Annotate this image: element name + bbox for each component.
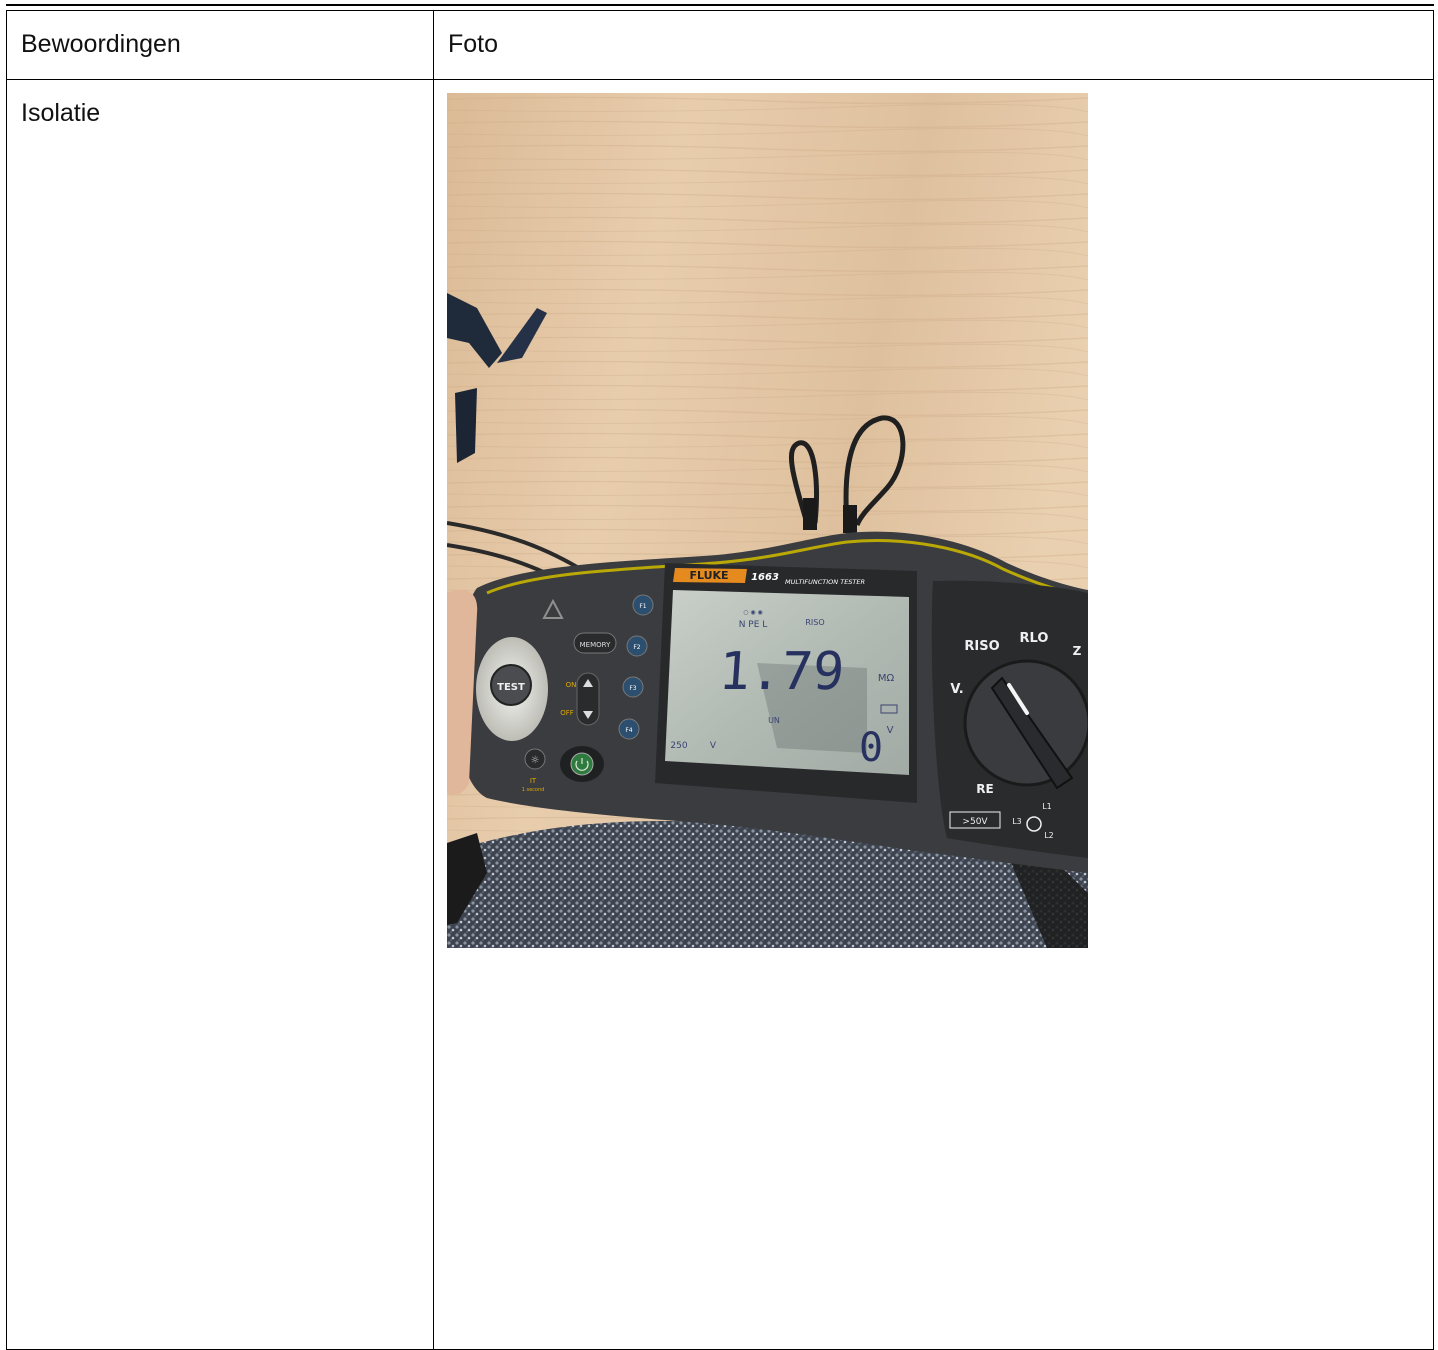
f2-label: F2 bbox=[633, 644, 640, 651]
test-button-label: TEST bbox=[497, 682, 525, 693]
table-row: Isolatie TEST MEMORY ON OFF F1 F2 F3 F4 … bbox=[6, 79, 1434, 1350]
sub-reading: 0 bbox=[859, 725, 883, 771]
dial-rlo: RLO bbox=[1020, 631, 1049, 646]
svg-text:☼: ☼ bbox=[531, 755, 540, 766]
main-reading: 1.79 bbox=[717, 642, 846, 702]
dial-l2: L2 bbox=[1044, 831, 1054, 840]
header-label-bewoordingen: Bewoordingen bbox=[21, 30, 181, 58]
dial-riso: RISO bbox=[964, 639, 999, 654]
header-label-foto: Foto bbox=[448, 30, 499, 58]
row-photo-cell: TEST MEMORY ON OFF F1 F2 F3 F4 ☼ IT 1 se… bbox=[433, 79, 1434, 1350]
f1-label: F1 bbox=[639, 603, 646, 610]
un-label: UN bbox=[768, 716, 780, 725]
header-cell-foto: Foto bbox=[433, 10, 1434, 80]
main-reading-unit: MΩ bbox=[878, 673, 895, 684]
dial-l3: L3 bbox=[1012, 817, 1022, 826]
dial-re: RE bbox=[976, 782, 993, 796]
sub-reading-unit: V bbox=[887, 725, 894, 736]
row-label-cell: Isolatie bbox=[6, 79, 434, 1350]
test-voltage-unit: V bbox=[710, 741, 717, 751]
on-label: ON bbox=[566, 681, 577, 689]
riso-label: RISO bbox=[805, 618, 824, 627]
dial-v: V. bbox=[950, 682, 963, 697]
model-caption: MULTIFUNCTION TESTER bbox=[785, 578, 865, 586]
memory-button-label: MEMORY bbox=[580, 641, 611, 649]
f4-label: F4 bbox=[625, 727, 632, 734]
photo-table: Bewoordingen Foto Isolatie TEST MEMORY O… bbox=[6, 10, 1434, 1350]
dial-z: Z bbox=[1073, 644, 1082, 658]
it-label: IT bbox=[530, 777, 537, 785]
multimeter-photo: TEST MEMORY ON OFF F1 F2 F3 F4 ☼ IT 1 se… bbox=[447, 93, 1088, 948]
conductors-label: N PE L bbox=[739, 620, 768, 630]
header-cell-bewoordingen: Bewoordingen bbox=[6, 10, 434, 80]
dial-l1: L1 bbox=[1042, 802, 1052, 811]
model-label: 1663 bbox=[751, 572, 779, 583]
test-voltage: 250 bbox=[670, 741, 687, 751]
table-header-row: Bewoordingen Foto bbox=[6, 10, 1434, 80]
row-label-isolatie: Isolatie bbox=[21, 99, 101, 127]
off-label: OFF bbox=[560, 709, 574, 717]
svg-text:○ ◉ ◉: ○ ◉ ◉ bbox=[743, 609, 763, 616]
top-rule bbox=[6, 4, 1434, 6]
it-sub-label: 1 second bbox=[522, 787, 545, 793]
brand-label: FLUKE bbox=[689, 569, 728, 582]
f3-label: F3 bbox=[629, 685, 636, 692]
dial-warning: >50V bbox=[962, 817, 988, 827]
